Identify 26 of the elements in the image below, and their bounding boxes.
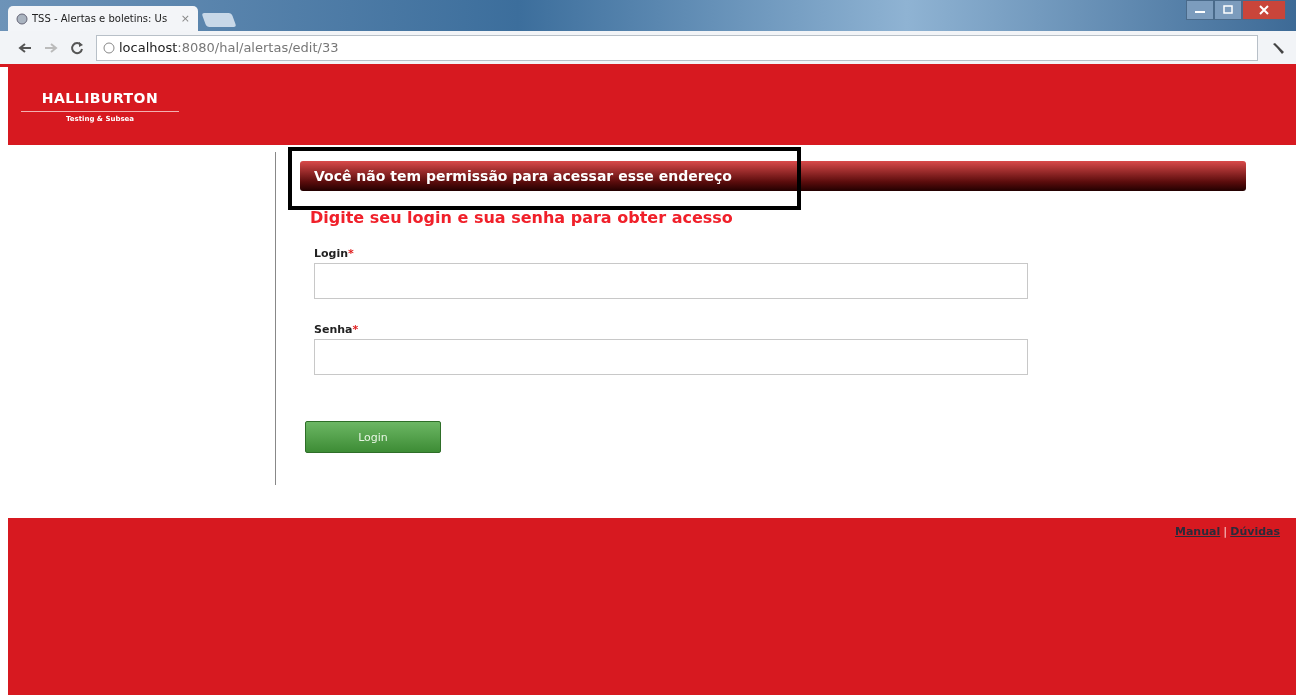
logo-text: HALLIBURTON [41, 89, 159, 106]
login-button[interactable]: Login [305, 421, 441, 453]
url-text: localhost:8080/hal/alertas/edit/33 [119, 40, 339, 55]
address-bar[interactable]: localhost:8080/hal/alertas/edit/33 [96, 34, 1258, 61]
field-label: Senha* [314, 323, 360, 336]
footer-link[interactable]: Manual [1175, 525, 1221, 538]
input-field[interactable] [314, 263, 1028, 299]
tab-title: TSS - Alertas e boletins: Us [32, 13, 169, 24]
login-heading: Digite seu login e sua senha para obter acesso [310, 208, 734, 227]
maximize-button[interactable] [1214, 0, 1242, 20]
reload-icon[interactable] [70, 40, 84, 55]
input-field[interactable] [314, 339, 1028, 375]
close-icon [1258, 5, 1270, 15]
error-banner: Você não tem permissão para acessar esse endereço [300, 161, 1246, 191]
minimize-button[interactable] [1186, 0, 1214, 20]
footer-link[interactable]: Dúvidas [1230, 525, 1280, 538]
link-separator: | [1223, 525, 1228, 538]
maximize-icon [1222, 5, 1234, 15]
new-tab-button[interactable] [201, 13, 237, 27]
browser-tab[interactable]: TSS - Alertas e boletins: Us × [8, 6, 198, 31]
page-icon [103, 41, 115, 54]
back-icon[interactable] [18, 41, 32, 54]
close-button[interactable] [1242, 0, 1286, 20]
field-label: Login* [314, 247, 355, 260]
globe-icon [16, 12, 28, 25]
tab-close-button[interactable]: × [180, 12, 190, 25]
